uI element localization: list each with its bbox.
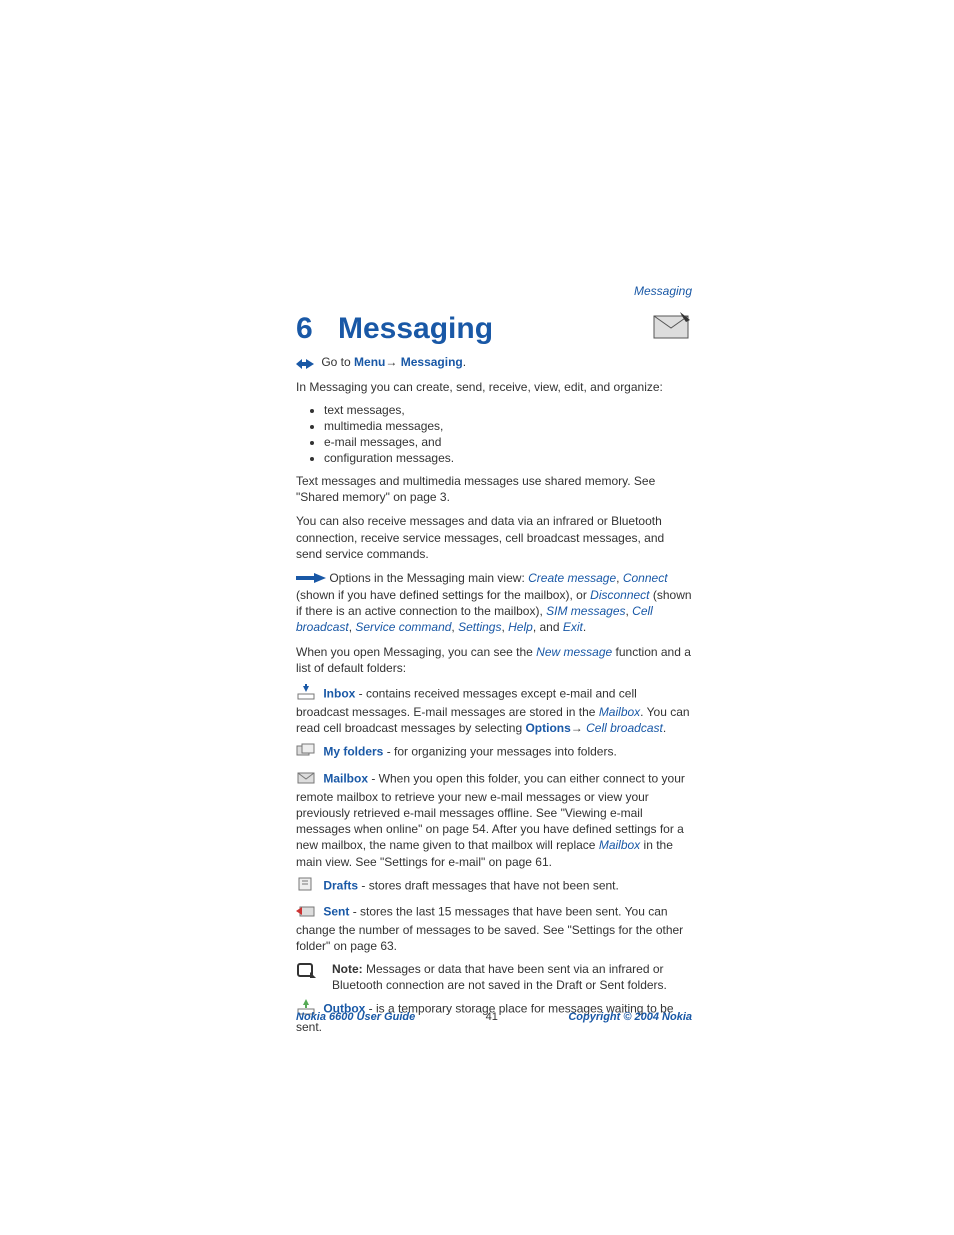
folder-sent: Sent - stores the last 15 messages that … (296, 902, 692, 955)
link-settings[interactable]: Settings (458, 620, 501, 634)
link-my-folders[interactable]: My folders (323, 745, 383, 759)
note-label: Note: (332, 962, 363, 976)
chapter-heading: 6 Messaging (296, 312, 692, 346)
shared-memory-paragraph: Text messages and multimedia messages us… (296, 473, 692, 505)
note-text: Note: Messages or data that have been se… (332, 961, 692, 993)
link-exit[interactable]: Exit (563, 620, 583, 634)
link-sim-messages[interactable]: SIM messages (546, 604, 625, 618)
link-help[interactable]: Help (508, 620, 533, 634)
intro-paragraph: In Messaging you can create, send, recei… (296, 379, 692, 395)
pointer-icon (296, 571, 326, 587)
link-menu[interactable]: Menu (354, 355, 385, 369)
drafts-icon (296, 876, 320, 896)
goto-suffix: . (463, 355, 466, 369)
running-header: Messaging (634, 284, 692, 298)
link-create-message[interactable]: Create message (528, 571, 616, 585)
link-service-command[interactable]: Service command (355, 620, 451, 634)
folder-my-folders: My folders - for organizing your message… (296, 742, 692, 762)
link-connect[interactable]: Connect (623, 571, 668, 585)
link-messaging[interactable]: Messaging (401, 355, 463, 369)
sent-icon (296, 902, 320, 922)
options-paragraph: Options in the Messaging main view: Crea… (296, 570, 692, 635)
note-block: Note: Messages or data that have been se… (296, 961, 692, 993)
folder-inbox: Inbox - contains received messages excep… (296, 684, 692, 737)
list-item: multimedia messages, (324, 419, 692, 433)
note-icon (296, 961, 332, 993)
list-item: text messages, (324, 403, 692, 417)
folder-drafts: Drafts - stores draft messages that have… (296, 876, 692, 896)
document-page: Messaging 6 Messaging Go to Menu→ Messag… (0, 0, 954, 1235)
link-cell-broadcast-2[interactable]: Cell broadcast (586, 721, 663, 735)
link-drafts[interactable]: Drafts (323, 878, 358, 892)
footer-left: Nokia 6600 User Guide (296, 1011, 415, 1023)
chapter-number: 6 (296, 312, 338, 346)
my-folders-icon (296, 742, 320, 762)
chapter-title: Messaging (338, 312, 493, 346)
goto-line: Go to Menu→ Messaging. (296, 354, 692, 371)
options-lead: Options in the Messaging main view: (329, 571, 528, 585)
mailbox-icon (296, 769, 320, 789)
footer-page-number: 41 (486, 1011, 498, 1023)
link-inbox[interactable]: Inbox (323, 686, 355, 700)
list-item: e-mail messages, and (324, 435, 692, 449)
link-mailbox[interactable]: Mailbox (323, 771, 368, 785)
page-footer: Nokia 6600 User Guide 41 Copyright © 200… (296, 1011, 692, 1023)
footer-copyright: Copyright © 2004 Nokia (568, 1011, 692, 1023)
also-receive-paragraph: You can also receive messages and data v… (296, 513, 692, 562)
link-disconnect[interactable]: Disconnect (590, 588, 649, 602)
link-options[interactable]: Options (525, 721, 570, 735)
inbox-icon (296, 684, 320, 704)
link-new-message[interactable]: New message (536, 645, 612, 659)
link-sent[interactable]: Sent (323, 904, 349, 918)
folder-mailbox: Mailbox - When you open this folder, you… (296, 769, 692, 870)
goto-arrow-text: → (385, 355, 400, 369)
link-mailbox-inline[interactable]: Mailbox (599, 705, 640, 719)
message-types-list: text messages, multimedia messages, e-ma… (296, 403, 692, 465)
open-messaging-paragraph: When you open Messaging, you can see the… (296, 644, 692, 676)
list-item: configuration messages. (324, 451, 692, 465)
goto-arrow-icon (296, 355, 318, 371)
envelope-icon (652, 310, 692, 343)
link-mailbox-italic[interactable]: Mailbox (599, 838, 640, 852)
goto-prefix: Go to (321, 355, 354, 369)
